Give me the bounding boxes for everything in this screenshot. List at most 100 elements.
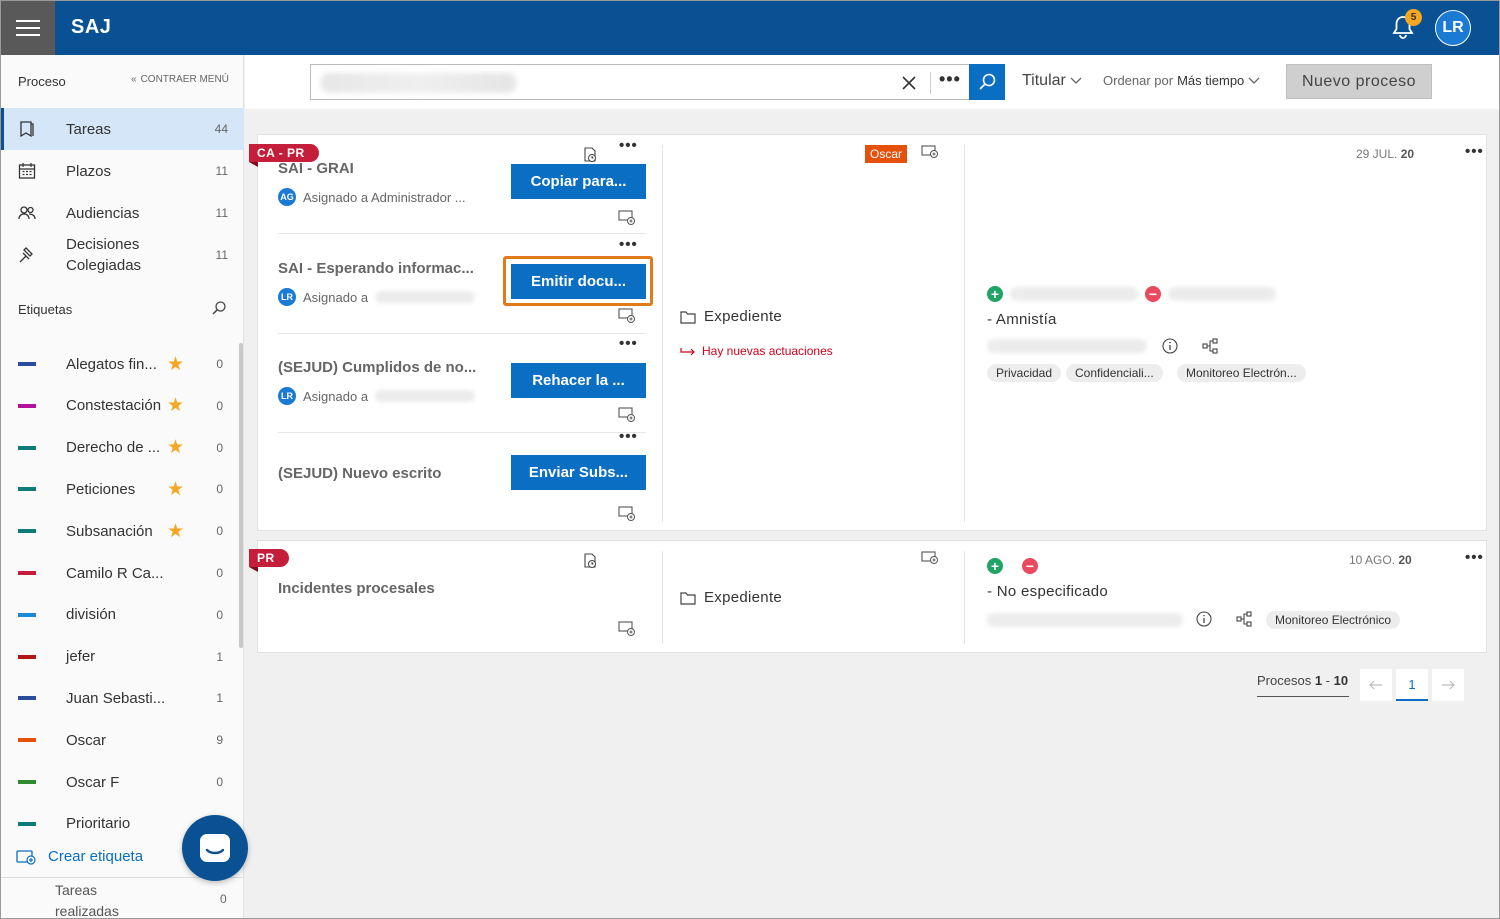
sidebar-tag-item[interactable]: división 0: [1, 594, 241, 636]
task-action-button[interactable]: Enviar Subs...: [511, 455, 646, 490]
new-actions-link[interactable]: Hay nuevas actuaciones: [680, 344, 833, 358]
tag-count: 0: [216, 775, 223, 789]
sidebar-tag-item[interactable]: Constestación ★ 0: [1, 385, 241, 427]
task-more-icon[interactable]: •••: [619, 336, 638, 351]
comment-add-icon[interactable]: [618, 210, 636, 226]
task-assignee: AG Asignado a Administrador ...: [278, 188, 466, 206]
task-title[interactable]: (SEJUD) Cumplidos de no...: [278, 359, 476, 376]
task-title[interactable]: Incidentes procesales: [278, 580, 435, 597]
star-icon[interactable]: ★: [167, 478, 184, 501]
star-icon[interactable]: ★: [167, 353, 184, 376]
search-icon[interactable]: [211, 300, 227, 316]
sidebar-tag-item[interactable]: jefer 1: [1, 636, 241, 678]
folder-icon: [680, 591, 696, 605]
page-button-current[interactable]: 1: [1396, 669, 1428, 701]
sidebar-tag-item[interactable]: Derecho de ... ★ 0: [1, 427, 241, 469]
task-action-button[interactable]: Emitir docu...: [511, 264, 646, 299]
task-action-button[interactable]: Rehacer la ...: [511, 363, 646, 398]
search-input[interactable]: •••: [310, 64, 970, 100]
sidebar-item-tareas[interactable]: Tareas 44: [1, 108, 244, 150]
process-card[interactable]: CA - PR ••• SAI - GRAI AG Asignado a Adm…: [249, 134, 1487, 531]
minus-circle-icon[interactable]: −: [1145, 286, 1161, 302]
card-more-icon[interactable]: •••: [1465, 550, 1484, 565]
plus-circle-icon[interactable]: +: [987, 558, 1003, 574]
toolbar: ••• Titular Ordenar por Más tiempo Nuevo…: [245, 55, 1499, 109]
document-clock-icon[interactable]: [581, 147, 599, 163]
collapse-menu-button[interactable]: « CONTRAER MENÚ: [131, 74, 229, 85]
sidebar-item-count: 11: [215, 206, 228, 220]
sidebar-tag-item[interactable]: Oscar 9: [1, 719, 241, 761]
document-clock-icon[interactable]: [581, 553, 599, 569]
label-pill[interactable]: Monitoreo Electrón...: [1177, 364, 1306, 382]
tag-count: 0: [216, 398, 223, 413]
sidebar-tag-item[interactable]: Oscar F 0: [1, 761, 241, 803]
sidebar-tag-item[interactable]: Subsanación ★ 0: [1, 510, 241, 552]
tag-color-swatch: [18, 780, 36, 784]
task-more-icon[interactable]: •••: [619, 237, 638, 252]
tag-badge-oscar[interactable]: Oscar: [865, 145, 908, 163]
comment-add-icon[interactable]: [618, 506, 636, 522]
sidebar-item-count: 0: [220, 892, 227, 906]
task-title[interactable]: SAI - GRAI: [278, 160, 354, 177]
label-pill[interactable]: Monitoreo Electrónico: [1266, 611, 1401, 629]
bookmark-icon: [20, 121, 34, 138]
hamburger-menu-icon[interactable]: [1, 1, 55, 55]
star-icon[interactable]: ★: [167, 436, 184, 459]
order-dropdown[interactable]: Ordenar por Más tiempo: [1103, 73, 1260, 88]
sidebar-item-count: 44: [214, 122, 228, 136]
tag-label: Camilo R Ca...: [66, 564, 164, 582]
sidebar-item-decisiones-colegiadas[interactable]: Decisiones Colegiadas 11: [1, 234, 244, 276]
label-pill[interactable]: Privacidad: [987, 364, 1062, 382]
task-action-button[interactable]: Copiar para...: [511, 164, 646, 199]
card-more-icon[interactable]: •••: [1465, 144, 1484, 159]
comment-add-icon[interactable]: [618, 308, 636, 324]
chat-launcher-button[interactable]: [182, 815, 248, 881]
sidebar-tag-item[interactable]: Peticiones ★ 0: [1, 468, 241, 510]
comment-add-icon[interactable]: [921, 145, 939, 161]
process-type-ribbon: PR: [249, 549, 289, 572]
arrow-right-icon: [680, 348, 695, 356]
titular-dropdown[interactable]: Titular: [1022, 72, 1082, 90]
label-pill[interactable]: Confidenciali...: [1066, 364, 1163, 382]
share-nodes-icon[interactable]: [1236, 611, 1252, 627]
info-icon[interactable]: [1196, 611, 1212, 627]
info-icon[interactable]: [1162, 338, 1178, 354]
party-redacted: [1010, 287, 1138, 301]
sidebar-tag-item[interactable]: Camilo R Ca... 0: [1, 552, 241, 594]
task-divider: [278, 333, 646, 334]
plus-circle-icon[interactable]: +: [987, 286, 1003, 302]
task-more-icon[interactable]: •••: [619, 138, 638, 153]
star-icon[interactable]: ★: [167, 520, 184, 543]
sidebar-item-tareas-realizadas[interactable]: Tareas realizadas: [55, 880, 135, 918]
task-title[interactable]: SAI - Esperando informac...: [278, 260, 474, 277]
process-card[interactable]: PR Incidentes procesales Expediente 10 A…: [249, 540, 1487, 653]
new-process-button[interactable]: Nuevo proceso: [1286, 64, 1432, 99]
sidebar-tag-item[interactable]: Alegatos fin... ★ 0: [1, 343, 241, 385]
close-icon[interactable]: [899, 73, 919, 93]
create-tag-button[interactable]: Crear etiqueta: [16, 848, 143, 865]
task-title[interactable]: (SEJUD) Nuevo escrito: [278, 465, 441, 482]
comment-add-icon[interactable]: [921, 551, 939, 567]
share-nodes-icon[interactable]: [1202, 338, 1218, 354]
expediente-link[interactable]: Expediente: [680, 308, 782, 325]
case-number-redacted: [987, 339, 1147, 353]
more-options-button[interactable]: •••: [939, 69, 961, 90]
minus-circle-icon[interactable]: −: [1022, 558, 1038, 574]
comment-add-icon[interactable]: [618, 407, 636, 423]
sidebar-item-plazos[interactable]: Plazos 11: [1, 150, 244, 192]
comment-add-icon[interactable]: [618, 621, 636, 637]
tag-count: 0: [216, 566, 223, 580]
search-button[interactable]: [969, 64, 1005, 100]
sidebar-tag-item[interactable]: Juan Sebasti... 1: [1, 677, 241, 719]
double-chevron-left-icon: «: [131, 74, 137, 85]
task-more-icon[interactable]: •••: [619, 429, 638, 444]
next-page-button[interactable]: [1432, 669, 1464, 701]
sidebar-item-audiencias[interactable]: Audiencias 11: [1, 192, 244, 234]
star-icon[interactable]: ★: [167, 394, 184, 417]
chat-icon: [200, 834, 230, 862]
previous-page-button[interactable]: [1360, 669, 1392, 701]
user-avatar[interactable]: LR: [1435, 10, 1471, 46]
expediente-link[interactable]: Expediente: [680, 589, 782, 606]
sidebar-scrollbar[interactable]: [239, 343, 243, 648]
chevron-down-icon: [1248, 77, 1260, 84]
